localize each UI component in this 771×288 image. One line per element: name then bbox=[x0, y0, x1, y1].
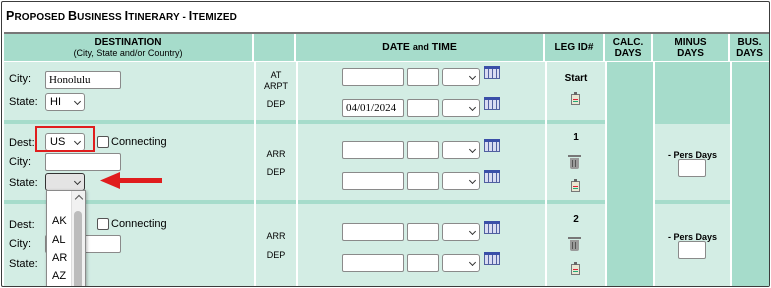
column-divider bbox=[545, 62, 547, 286]
chevron-down-icon bbox=[468, 227, 477, 236]
minus-days-cell bbox=[655, 62, 730, 120]
arr-ampm-select[interactable] bbox=[442, 141, 480, 159]
dep-label: DEP bbox=[266, 99, 286, 109]
dest-label: Dest: bbox=[9, 219, 35, 231]
pers-days-input[interactable] bbox=[678, 159, 706, 177]
calendar-icon[interactable] bbox=[484, 252, 500, 265]
leg-id-number: 2 bbox=[573, 214, 579, 225]
leg-id-start: Start bbox=[564, 73, 588, 84]
connecting-checkbox[interactable] bbox=[97, 136, 109, 148]
connecting-label: Connecting bbox=[111, 136, 167, 148]
dest-label: Dest: bbox=[9, 137, 35, 149]
city-label: City: bbox=[9, 156, 31, 168]
dropdown-option[interactable]: AZ bbox=[52, 270, 66, 282]
chevron-down-icon bbox=[73, 177, 82, 186]
chevron-down-icon bbox=[468, 145, 477, 154]
bus-days-cell bbox=[732, 124, 769, 200]
trash-icon[interactable] bbox=[568, 155, 581, 169]
bus-days-cell bbox=[732, 62, 769, 120]
connecting-label: Connecting bbox=[111, 218, 167, 230]
type-header bbox=[254, 34, 296, 61]
leg-id-header: LEG ID# bbox=[545, 34, 605, 61]
city-label: City: bbox=[9, 73, 31, 85]
scrollbar-thumb[interactable] bbox=[74, 211, 82, 286]
arr-label: ARR bbox=[266, 149, 286, 159]
clipboard-icon[interactable] bbox=[571, 262, 580, 275]
calendar-icon[interactable] bbox=[484, 66, 500, 79]
calc-days-cell bbox=[607, 124, 653, 200]
dropdown-option[interactable]: AK bbox=[52, 215, 67, 227]
dropdown-scrollbar[interactable] bbox=[71, 191, 85, 286]
clipboard-icon[interactable] bbox=[571, 179, 580, 192]
calendar-icon[interactable] bbox=[484, 97, 500, 110]
trash-icon[interactable] bbox=[568, 237, 581, 251]
bus-days-header: BUS. DAYS bbox=[730, 34, 769, 61]
dropdown-option[interactable]: AL bbox=[52, 234, 65, 246]
state-label: State: bbox=[9, 258, 38, 270]
date-time-header: DATE and TIME bbox=[296, 34, 545, 61]
city-label: City: bbox=[9, 238, 31, 250]
dep-label: DEP bbox=[266, 250, 286, 260]
dep-date-input[interactable]: 04/01/2024 bbox=[342, 99, 404, 117]
dep-time-input[interactable] bbox=[407, 99, 439, 117]
state-label: State: bbox=[9, 177, 38, 189]
dep-ampm-select[interactable] bbox=[442, 254, 480, 272]
bus-days-cell bbox=[732, 204, 769, 286]
red-arrow-icon bbox=[100, 172, 162, 189]
arpt-date-input[interactable] bbox=[342, 68, 404, 86]
calc-days-cell bbox=[607, 204, 653, 286]
dep-ampm-select[interactable] bbox=[442, 99, 480, 117]
dropdown-option[interactable]: AR bbox=[52, 252, 67, 264]
arr-time-input[interactable] bbox=[407, 223, 439, 241]
dest-city-input[interactable] bbox=[45, 153, 121, 171]
arpt-time-input[interactable] bbox=[407, 68, 439, 86]
arr-label: ARR bbox=[266, 231, 286, 241]
calc-days-cell bbox=[607, 62, 653, 120]
origin-state-select[interactable]: HI bbox=[45, 93, 85, 111]
pers-days-input[interactable] bbox=[678, 241, 706, 259]
state-dropdown-list[interactable]: AK AL AR AZ bbox=[46, 190, 86, 286]
dep-label: DEP bbox=[266, 167, 286, 177]
chevron-down-icon bbox=[468, 258, 477, 267]
highlight-box bbox=[35, 126, 95, 152]
arr-date-input[interactable] bbox=[342, 223, 404, 241]
arpt-ampm-select[interactable] bbox=[442, 68, 480, 86]
calc-days-header: CALC. DAYS bbox=[605, 34, 653, 61]
chevron-down-icon bbox=[468, 103, 477, 112]
calendar-icon[interactable] bbox=[484, 139, 500, 152]
arr-date-input[interactable] bbox=[342, 141, 404, 159]
arr-time-input[interactable] bbox=[407, 141, 439, 159]
calendar-icon[interactable] bbox=[484, 221, 500, 234]
page-title: PROPOSED BUSINESS ITINERARY - ITEMIZED bbox=[6, 9, 237, 23]
dep-ampm-select[interactable] bbox=[442, 172, 480, 190]
connecting-checkbox[interactable] bbox=[97, 218, 109, 230]
chevron-down-icon bbox=[73, 97, 82, 106]
dest-state-select[interactable] bbox=[45, 173, 85, 191]
dep-time-input[interactable] bbox=[407, 254, 439, 272]
chevron-down-icon bbox=[468, 176, 477, 185]
clipboard-icon[interactable] bbox=[571, 92, 580, 105]
at-arpt-label: AT ARPT bbox=[263, 70, 288, 91]
arr-ampm-select[interactable] bbox=[442, 223, 480, 241]
origin-city-input[interactable]: Honolulu bbox=[45, 71, 121, 89]
dep-date-input[interactable] bbox=[342, 172, 404, 190]
chevron-down-icon bbox=[468, 72, 477, 81]
state-label: State: bbox=[9, 96, 38, 108]
itinerary-panel: PROPOSED BUSINESS ITINERARY - ITEMIZED D… bbox=[1, 1, 770, 287]
destination-header: DESTINATION (City, State and/or Country) bbox=[4, 34, 254, 61]
dep-date-input[interactable] bbox=[342, 254, 404, 272]
leg-id-number: 1 bbox=[573, 132, 579, 143]
scroll-up-icon[interactable] bbox=[74, 194, 84, 204]
dep-time-input[interactable] bbox=[407, 172, 439, 190]
calendar-icon[interactable] bbox=[484, 170, 500, 183]
minus-days-header: MINUS DAYS bbox=[653, 34, 730, 61]
column-divider bbox=[296, 62, 298, 286]
